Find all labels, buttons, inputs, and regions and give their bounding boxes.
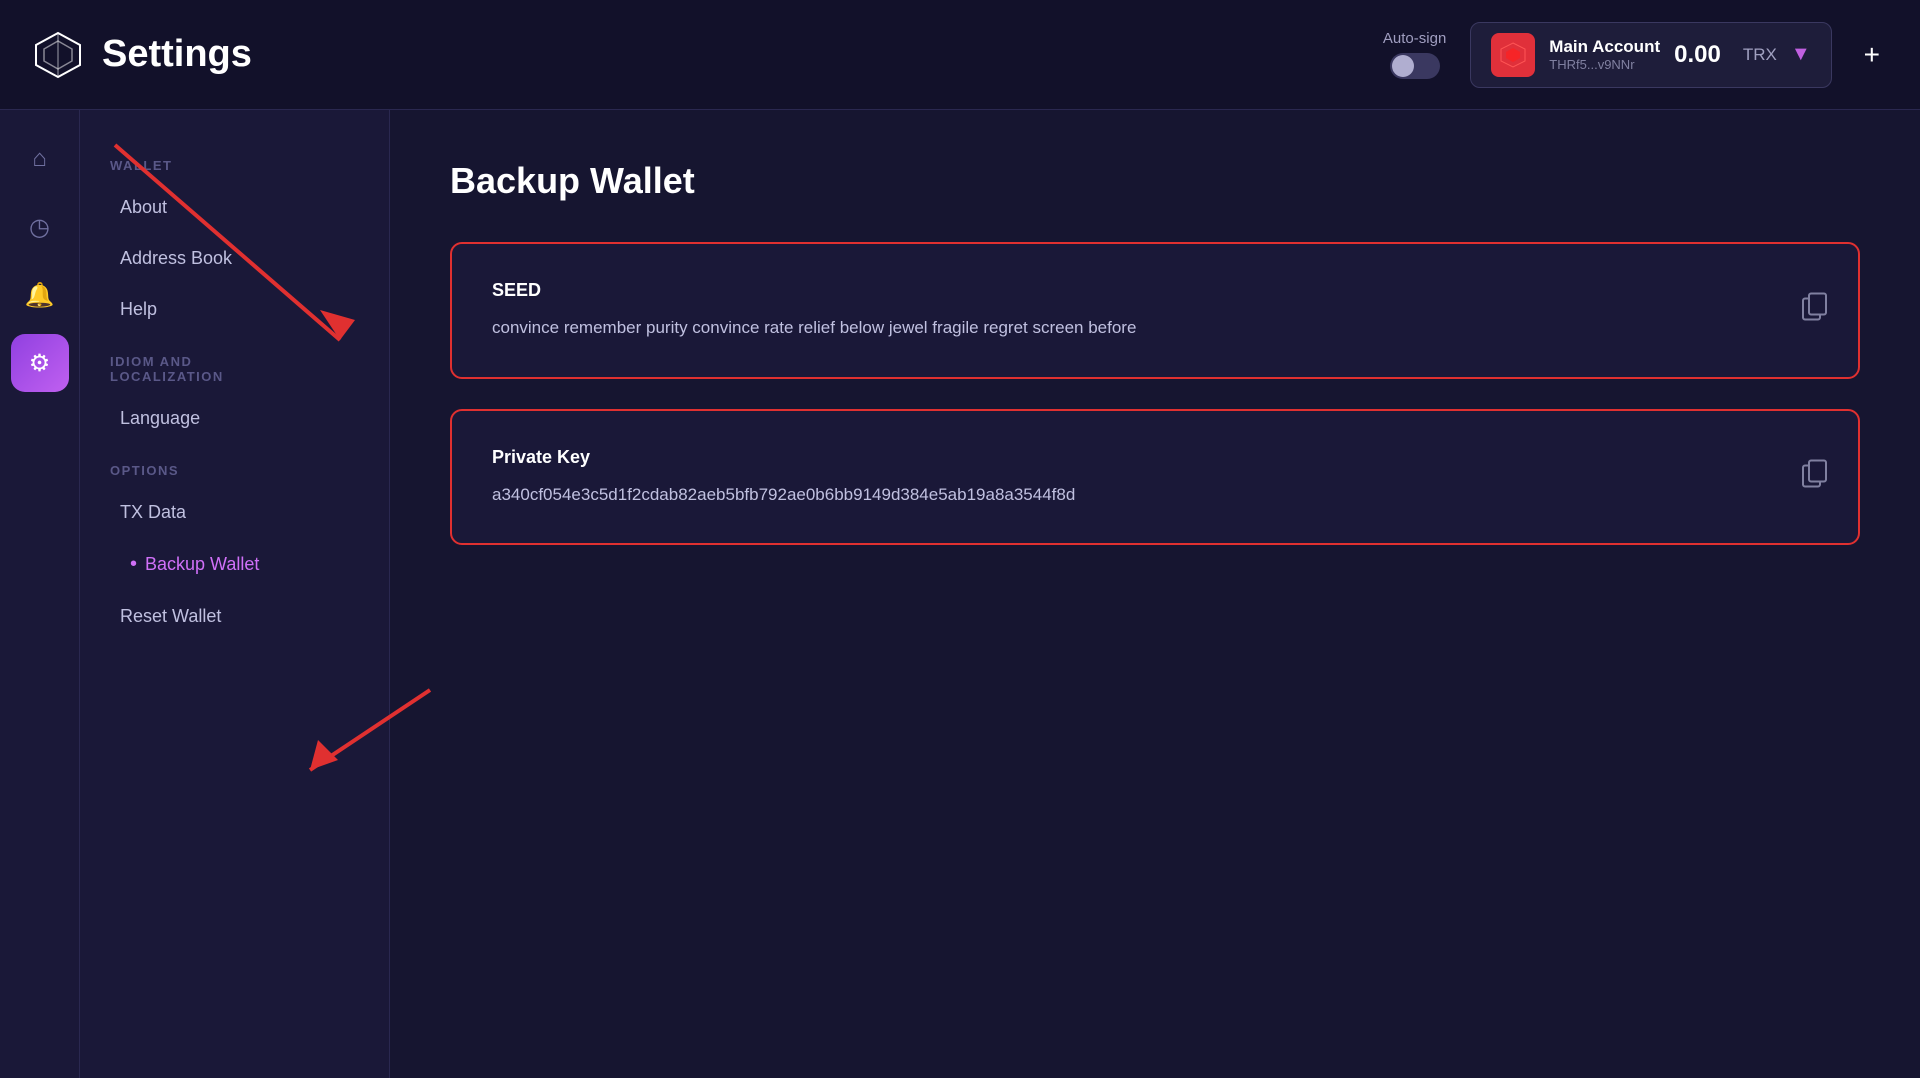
autosign-toggle[interactable] — [1390, 53, 1440, 79]
seed-label: SEED — [492, 280, 1818, 301]
account-badge[interactable]: Main Account THRf5...v9NNr 0.00 TRX ▼ — [1470, 22, 1831, 88]
nav-settings[interactable]: ⚙ — [11, 334, 69, 392]
sidebar-item-help[interactable]: Help — [90, 285, 379, 334]
add-account-button[interactable]: + — [1856, 39, 1888, 71]
sidebar-item-tx-data[interactable]: TX Data — [90, 488, 379, 537]
sidebar: WALLET About Address Book Help IDIOM AND… — [80, 110, 390, 1078]
sidebar-item-about[interactable]: About — [90, 183, 379, 232]
autosign-area: Auto-sign — [1383, 30, 1446, 79]
app-title: Settings — [102, 33, 252, 76]
copy-seed-button[interactable] — [1802, 293, 1828, 328]
sidebar-section-options: OPTIONS — [80, 445, 389, 486]
copy-private-key-button[interactable] — [1802, 459, 1828, 494]
page-title: Backup Wallet — [450, 160, 1860, 202]
private-key-value: a340cf054e3c5d1f2cdab82aeb5bfb792ae0b6bb… — [492, 482, 1818, 508]
sidebar-item-reset-wallet[interactable]: Reset Wallet — [90, 592, 379, 641]
main-layout: ⌂ ◷ 🔔 ⚙ WALLET About Address Book Help I… — [0, 110, 1920, 1078]
header-right: Auto-sign Main Account THRf5...v9NNr 0.0… — [1383, 22, 1888, 88]
account-name: Main Account — [1549, 37, 1660, 57]
logo-area: Settings — [32, 29, 1383, 81]
sidebar-item-address-book[interactable]: Address Book — [90, 234, 379, 283]
seed-value: convince remember purity convince rate r… — [492, 315, 1818, 341]
sidebar-section-wallet: WALLET — [80, 140, 389, 181]
sidebar-item-backup-wallet[interactable]: • Backup Wallet — [90, 539, 379, 590]
account-dropdown-icon[interactable]: ▼ — [1791, 43, 1811, 66]
account-info: Main Account THRf5...v9NNr — [1549, 37, 1660, 72]
app-logo-icon — [32, 29, 84, 81]
nav-notifications[interactable]: 🔔 — [11, 266, 69, 324]
toggle-thumb — [1392, 55, 1414, 77]
account-balance: 0.00 — [1674, 41, 1721, 69]
account-currency: TRX — [1743, 45, 1777, 65]
private-key-card: Private Key a340cf054e3c5d1f2cdab82aeb5b… — [450, 409, 1860, 546]
header: Settings Auto-sign Main Account THRf5...… — [0, 0, 1920, 110]
account-address: THRf5...v9NNr — [1549, 57, 1660, 72]
icon-nav: ⌂ ◷ 🔔 ⚙ — [0, 110, 80, 1078]
sidebar-section-idiom: IDIOM ANDLOCALIZATION — [80, 336, 389, 392]
nav-history[interactable]: ◷ — [11, 198, 69, 256]
autosign-label: Auto-sign — [1383, 30, 1446, 47]
bullet-icon: • — [130, 553, 137, 576]
content-area: Backup Wallet SEED convince remember pur… — [390, 110, 1920, 1078]
sidebar-item-language[interactable]: Language — [90, 394, 379, 443]
nav-home[interactable]: ⌂ — [11, 130, 69, 188]
private-key-label: Private Key — [492, 447, 1818, 468]
seed-card: SEED convince remember purity convince r… — [450, 242, 1860, 379]
account-icon — [1491, 33, 1535, 77]
